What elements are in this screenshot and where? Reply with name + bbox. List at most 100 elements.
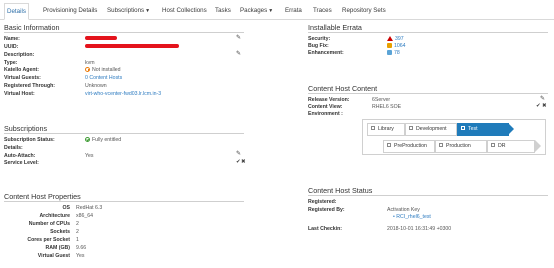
tab-host-collections[interactable]: Host Collections xyxy=(160,3,209,20)
registered-through-value: Unknown xyxy=(85,83,107,89)
enhancement-label: Enhancement: xyxy=(308,50,344,56)
registered-label: Registered: xyxy=(308,199,337,205)
auto-attach-value: Yes xyxy=(85,153,94,159)
tab-traces[interactable]: Traces xyxy=(311,3,334,20)
divider xyxy=(4,133,244,134)
registered-by-value: Activation Key xyxy=(387,207,420,213)
properties-title: Content Host Properties xyxy=(4,192,81,201)
virtual-host-link[interactable]: virt-who-vcenter-fwd03.lr.lcm.in-3 xyxy=(85,91,161,97)
virtual-guest-value: Yes xyxy=(76,253,85,259)
release-version-label: Release Version: xyxy=(308,97,350,103)
env-label: Development xyxy=(416,126,447,132)
check-circle-icon xyxy=(85,137,90,142)
save-icon[interactable]: ✔ xyxy=(236,159,241,165)
activation-key-link[interactable]: • RCI_rhel6_test xyxy=(393,214,431,220)
warning-icon xyxy=(85,67,90,72)
tab-repository-sets[interactable]: Repository Sets xyxy=(340,3,388,20)
env-label: Library xyxy=(378,126,394,132)
virtual-guests-label: Virtual Guests: xyxy=(4,75,41,81)
os-label: OS xyxy=(62,205,71,211)
katello-agent-text: Not installed xyxy=(92,67,121,73)
env-test[interactable]: Test xyxy=(457,123,509,136)
os-value: RedHat 6.3 xyxy=(76,205,103,211)
close-icon[interactable]: ✖ xyxy=(241,159,246,165)
tab-label: Errata xyxy=(285,7,302,14)
service-level-label: Service Level: xyxy=(4,160,39,166)
env-library[interactable]: Library xyxy=(367,123,405,136)
chevron-down-icon: ▼ xyxy=(268,8,274,14)
tab-label: Subscriptions xyxy=(107,7,145,14)
checkbox-icon xyxy=(491,143,495,147)
edit-icon[interactable]: ✎ xyxy=(236,51,241,57)
env-development[interactable]: Development xyxy=(405,123,457,136)
env-label: Production xyxy=(446,143,471,149)
subscriptions-title: Subscriptions xyxy=(4,124,48,133)
errata-title: Installable Errata xyxy=(308,23,362,32)
last-checkin-value: 2018-10-01 16:31:49 +0300 xyxy=(387,226,452,232)
tab-details[interactable]: Details xyxy=(4,3,29,20)
divider xyxy=(4,201,244,202)
env-dr[interactable]: DR xyxy=(487,140,535,153)
arrow-icon xyxy=(535,140,541,152)
tab-label: Details xyxy=(7,8,26,15)
ram-label: RAM (GB) xyxy=(45,245,71,251)
registered-by-label: Registered By: xyxy=(308,207,345,213)
tab-tasks[interactable]: Tasks xyxy=(213,3,233,20)
divider xyxy=(308,32,548,33)
virtual-guest-label: Virtual Guest xyxy=(37,253,70,259)
tab-label: Repository Sets xyxy=(342,7,386,14)
architecture-value: x86_64 xyxy=(76,213,94,219)
bug-icon xyxy=(387,43,392,48)
tab-label: Tasks xyxy=(215,7,231,14)
cores-value: 1 xyxy=(76,237,79,243)
tab-packages[interactable]: Packages▼ xyxy=(238,3,275,20)
security-errata-link[interactable]: 397 xyxy=(387,36,404,42)
type-label: Type: xyxy=(4,60,18,66)
cpus-label: Number of CPUs xyxy=(28,221,70,227)
environment-path: Library Development Test PreProduction P… xyxy=(362,119,546,155)
redacted-uuid xyxy=(85,44,179,48)
env-label: DR xyxy=(498,143,506,149)
security-label: Security: xyxy=(308,36,331,42)
edit-icon[interactable]: ✎ xyxy=(236,151,241,157)
content-view-value: RHEL6 SOE xyxy=(372,104,402,110)
virtual-guests-link[interactable]: 0 Content Hosts xyxy=(85,75,122,81)
env-label: Test xyxy=(468,126,478,132)
divider xyxy=(308,195,548,196)
subscription-status-text: Fully entitled xyxy=(92,137,122,143)
content-title: Content Host Content xyxy=(308,84,378,93)
env-production[interactable]: Production xyxy=(435,140,487,153)
virtual-host-label: Virtual Host: xyxy=(4,91,35,97)
uuid-label: UUID: xyxy=(4,44,19,50)
release-version-value: 6Server xyxy=(372,97,391,103)
enhancement-icon xyxy=(387,50,392,55)
env-label: PreProduction xyxy=(394,143,427,149)
edit-icon[interactable]: ✎ xyxy=(236,35,241,41)
bugfix-errata-link[interactable]: 1064 xyxy=(387,43,406,49)
subscription-status-label: Subscription Status: xyxy=(4,137,55,143)
checkbox-icon xyxy=(371,126,375,130)
enhancement-errata-link[interactable]: 78 xyxy=(387,50,400,56)
tab-label: Packages xyxy=(240,7,268,14)
last-checkin-label: Last Checkin: xyxy=(308,226,343,232)
details-label: Details: xyxy=(4,145,23,151)
tab-provisioning-details[interactable]: Provisioning Details xyxy=(41,3,99,20)
tab-subscriptions[interactable]: Subscriptions▼ xyxy=(105,3,152,20)
enhancement-count: 78 xyxy=(394,50,400,56)
close-icon[interactable]: ✖ xyxy=(542,103,547,109)
security-count: 397 xyxy=(395,36,404,42)
bugfix-label: Bug Fix: xyxy=(308,43,329,49)
auto-attach-label: Auto-Attach: xyxy=(4,153,36,159)
cores-label: Cores per Socket xyxy=(27,237,70,243)
env-preproduction[interactable]: PreProduction xyxy=(383,140,435,153)
tab-label: Provisioning Details xyxy=(43,7,98,14)
ram-value: 9.66 xyxy=(76,245,87,251)
checkbox-icon xyxy=(387,143,391,147)
divider xyxy=(308,93,548,94)
edit-icon[interactable]: ✎ xyxy=(540,96,545,102)
subscription-status-value: Fully entitled xyxy=(85,137,121,143)
tab-errata[interactable]: Errata xyxy=(283,3,304,20)
checkbox-icon xyxy=(439,143,443,147)
environment-label: Environment : xyxy=(308,111,343,117)
save-icon[interactable]: ✔ xyxy=(536,103,541,109)
